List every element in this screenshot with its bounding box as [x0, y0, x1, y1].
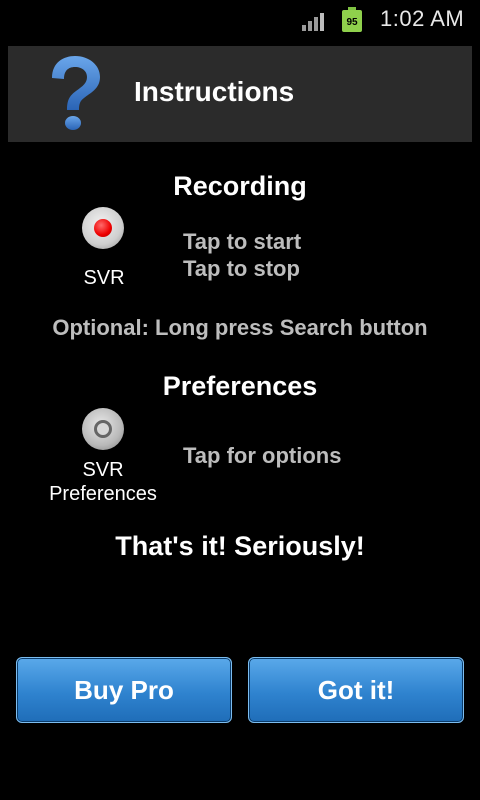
preferences-label-line1: SVR: [82, 459, 124, 481]
status-bar: 95 1:02 AM: [0, 0, 480, 38]
record-button-icon: [82, 207, 124, 249]
buy-pro-button[interactable]: Buy Pro: [16, 657, 232, 723]
optional-hint: Optional: Long press Search button: [52, 315, 428, 340]
signal-icon: [302, 9, 328, 31]
got-it-button[interactable]: Got it!: [248, 657, 464, 723]
closing-text: That's it! Seriously!: [115, 531, 365, 561]
dialog-header: Instructions: [8, 46, 472, 142]
preferences-button-icon: [82, 408, 124, 450]
tap-for-options-text: Tap for options: [183, 443, 342, 468]
preferences-label-line2: Preferences: [49, 483, 157, 505]
battery-icon: 95: [342, 7, 362, 32]
preferences-heading: Preferences: [162, 371, 318, 401]
tap-to-start-text: Tap to start: [183, 229, 302, 254]
record-button-label: SVR: [83, 267, 125, 289]
question-mark-icon: [52, 56, 100, 130]
battery-level: 95: [346, 17, 358, 28]
dialog-title: Instructions: [134, 76, 295, 107]
clock: 1:02 AM: [380, 6, 465, 31]
tap-to-stop-text: Tap to stop: [183, 256, 300, 281]
recording-heading: Recording: [173, 171, 307, 201]
